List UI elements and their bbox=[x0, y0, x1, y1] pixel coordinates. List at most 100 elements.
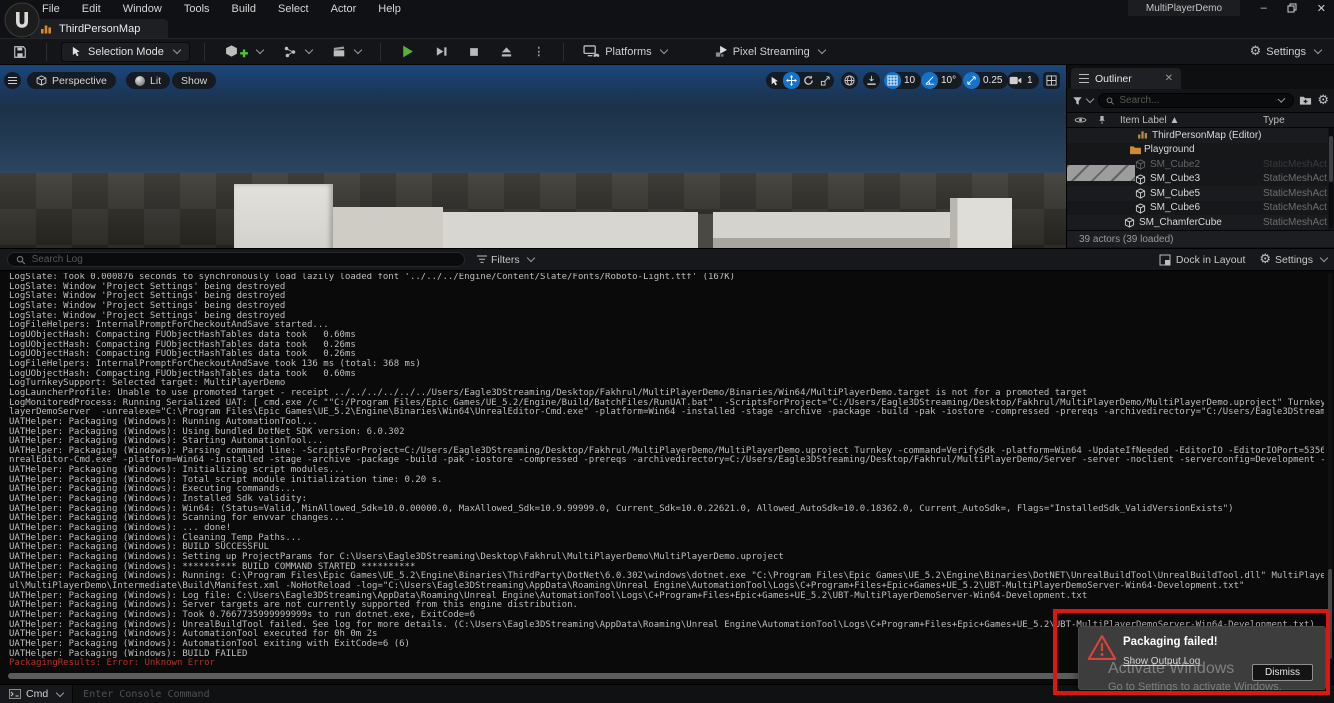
camera-speed-value[interactable]: 1 bbox=[1024, 75, 1039, 86]
platforms-dropdown[interactable]: Platforms bbox=[578, 42, 671, 61]
item-label-column-header[interactable]: Item Label ▲ bbox=[1120, 115, 1179, 126]
console-command-input[interactable] bbox=[83, 689, 1324, 700]
create-folder-button[interactable] bbox=[1299, 95, 1312, 106]
cmd-dropdown[interactable]: Cmd bbox=[0, 685, 72, 703]
outliner-settings-icon[interactable]: ⚙ bbox=[1317, 94, 1329, 107]
outliner-row[interactable]: SM_Cube6StaticMeshAct bbox=[1067, 201, 1328, 216]
play-button[interactable] bbox=[395, 41, 420, 62]
close-button[interactable]: ✕ bbox=[1317, 2, 1326, 15]
menu-help[interactable]: Help bbox=[378, 3, 401, 15]
divider bbox=[563, 43, 564, 61]
outliner-filter-button[interactable] bbox=[1072, 96, 1093, 106]
show-dropdown[interactable]: Show bbox=[172, 72, 216, 89]
mesh-icon bbox=[1135, 159, 1146, 170]
outliner-search-row: ⚙ bbox=[1067, 89, 1334, 112]
minimize-button[interactable]: – bbox=[1261, 2, 1267, 14]
window-controls: – ✕ bbox=[1261, 0, 1326, 16]
outliner-search-input[interactable] bbox=[1119, 95, 1270, 106]
perspective-dropdown[interactable]: Perspective bbox=[27, 72, 116, 89]
cursor-icon bbox=[71, 46, 82, 57]
tab-thirdpersonmap[interactable]: ThirdPersonMap bbox=[30, 19, 168, 38]
dock-in-layout-button[interactable]: Dock in Layout bbox=[1159, 254, 1245, 266]
outliner-row[interactable]: ThirdPersonMap (Editor) bbox=[1067, 128, 1328, 143]
world-local-toggle[interactable] bbox=[841, 72, 858, 89]
cinematics-dropdown[interactable] bbox=[327, 42, 366, 61]
save-button[interactable] bbox=[8, 42, 32, 62]
select-tool-button[interactable] bbox=[766, 72, 783, 89]
maximize-viewport-button[interactable] bbox=[1043, 72, 1060, 89]
scale-snap-icon[interactable] bbox=[963, 72, 980, 89]
stop-button[interactable] bbox=[463, 43, 485, 61]
tab-outliner[interactable]: Outliner ✕ bbox=[1071, 68, 1181, 89]
chevron-down-icon bbox=[1320, 254, 1328, 262]
visibility-column-icon[interactable] bbox=[1074, 116, 1087, 124]
close-tab-icon[interactable]: ✕ bbox=[1165, 73, 1173, 84]
mesh-icon bbox=[1135, 188, 1146, 199]
move-tool-button[interactable] bbox=[783, 72, 800, 89]
eject-button[interactable] bbox=[495, 42, 518, 61]
camera-speed-control[interactable]: 1 bbox=[1007, 72, 1039, 89]
settings-dropdown[interactable]: ⚙ Settings bbox=[1245, 42, 1326, 61]
level-unsaved-icon bbox=[40, 24, 52, 34]
restore-button[interactable] bbox=[1287, 3, 1297, 13]
scale-snap-value[interactable]: 0.25 bbox=[980, 75, 1008, 86]
rotate-tool-button[interactable] bbox=[800, 72, 817, 89]
menu-window[interactable]: Window bbox=[123, 3, 162, 15]
add-actor-dropdown[interactable]: ✚ bbox=[219, 40, 268, 63]
scale-tool-button[interactable] bbox=[817, 72, 834, 89]
log-search-input[interactable] bbox=[32, 254, 456, 265]
log-filters-dropdown[interactable]: Filters bbox=[477, 254, 534, 266]
menu-actor[interactable]: Actor bbox=[331, 3, 357, 15]
outliner-search-box[interactable] bbox=[1098, 93, 1294, 108]
menu-tools[interactable]: Tools bbox=[184, 3, 210, 15]
rotation-snap-control[interactable]: 10° bbox=[921, 72, 962, 89]
show-output-log-link[interactable]: Show Output Log bbox=[1123, 656, 1200, 667]
menu-build[interactable]: Build bbox=[232, 3, 256, 15]
item-label: SM_Cube6 bbox=[1150, 202, 1200, 213]
play-options-menu[interactable]: ⋮ bbox=[528, 42, 549, 61]
outliner-row[interactable]: Playground bbox=[1067, 143, 1328, 158]
cube-icon bbox=[224, 44, 239, 59]
viewport-options-menu[interactable] bbox=[4, 72, 21, 89]
search-icon bbox=[1106, 96, 1114, 106]
chevron-down-icon bbox=[354, 46, 362, 54]
lit-dropdown[interactable]: Lit bbox=[126, 72, 170, 89]
type-column-header[interactable]: Type bbox=[1263, 115, 1285, 126]
log-search-box[interactable] bbox=[7, 252, 465, 267]
rotation-snap-value[interactable]: 10° bbox=[938, 75, 962, 86]
grid-snap-control[interactable]: 10 bbox=[884, 72, 921, 89]
surface-snap-icon bbox=[866, 75, 877, 86]
selection-mode-dropdown[interactable]: Selection Mode bbox=[61, 42, 190, 62]
scale-snap-control[interactable]: 0.25 bbox=[963, 72, 1008, 89]
chevron-down-icon bbox=[817, 46, 825, 54]
hamburger-icon bbox=[8, 77, 17, 84]
surface-snapping-toggle[interactable] bbox=[863, 72, 880, 89]
log-vertical-scrollbar[interactable] bbox=[1328, 273, 1332, 663]
outliner-tab-bar: Outliner ✕ bbox=[1067, 65, 1334, 89]
angle-snap-icon[interactable] bbox=[921, 72, 938, 89]
viewport-3d[interactable]: Perspective Lit Show 10 10° bbox=[0, 65, 1066, 248]
menu-select[interactable]: Select bbox=[278, 3, 309, 15]
skip-frame-button[interactable] bbox=[430, 42, 453, 61]
grid-snap-value[interactable]: 10 bbox=[901, 75, 921, 86]
chevron-down-icon bbox=[56, 688, 64, 696]
chevron-down-icon bbox=[526, 254, 534, 262]
pin-column-icon[interactable] bbox=[1098, 115, 1106, 125]
blueprints-dropdown[interactable] bbox=[278, 42, 317, 62]
dismiss-button[interactable]: Dismiss bbox=[1252, 664, 1313, 681]
unreal-engine-logo-icon[interactable] bbox=[3, 1, 41, 39]
chevron-down-icon bbox=[1278, 95, 1286, 103]
mesh-icon bbox=[1124, 217, 1135, 228]
outliner-row[interactable]: SM_ChamferCubeStaticMeshAct bbox=[1067, 215, 1328, 230]
menu-edit[interactable]: Edit bbox=[82, 3, 101, 15]
chevron-down-icon bbox=[173, 46, 181, 54]
outliner-row[interactable]: SM_Cube5StaticMeshAct bbox=[1067, 186, 1328, 201]
menu-file[interactable]: File bbox=[42, 3, 60, 15]
pixel-streaming-dropdown[interactable]: Pixel Streaming bbox=[710, 42, 830, 61]
dock-icon bbox=[1159, 254, 1171, 266]
grid-snap-icon[interactable] bbox=[884, 72, 901, 89]
outliner-scrollbar[interactable] bbox=[1329, 128, 1333, 228]
output-log-header: Filters Dock in Layout ⚙ Settings bbox=[0, 249, 1334, 271]
log-settings-dropdown[interactable]: ⚙ Settings bbox=[1259, 253, 1327, 266]
perspective-cube-icon bbox=[36, 75, 47, 86]
